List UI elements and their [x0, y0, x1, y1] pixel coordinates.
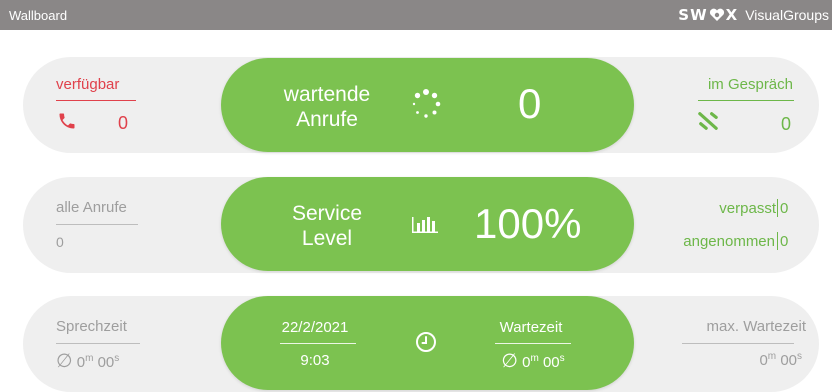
available-divider: [56, 100, 136, 101]
all-calls-value: 0: [56, 234, 64, 250]
time-panel: 22/2/2021 9:03 Wartezeit ∅ 0m 00s: [221, 296, 634, 390]
accepted-divider: [777, 232, 778, 250]
wait-time-value: ∅ 0m 00s: [501, 351, 565, 372]
brand-name: VisualGroups: [745, 7, 829, 23]
talk-time-value: ∅ 0m 00s: [56, 351, 120, 372]
service-level-value: 100%: [474, 200, 582, 247]
max-wait-divider: [682, 343, 794, 344]
phone-icon: [59, 113, 75, 129]
clock-icon: [416, 332, 436, 352]
max-wait-value: 0m 00s: [759, 351, 802, 369]
missed-divider: [777, 199, 778, 217]
talking-phone-icon: [698, 112, 718, 130]
current-time: 9:03: [300, 352, 330, 369]
waiting-calls-panel: wartende Anrufe 0: [221, 58, 634, 152]
average-symbol: ∅: [56, 351, 73, 372]
talk-time-label: Sprechzeit: [56, 318, 127, 335]
date-divider: [280, 343, 356, 344]
missed-label: verpasst: [719, 200, 776, 217]
all-calls-label: alle Anrufe: [56, 199, 127, 216]
in-call-label: im Gespräch: [707, 76, 793, 93]
brand-logo: SW X: [678, 6, 739, 24]
waiting-calls-label: wartende Anrufe: [283, 83, 371, 131]
missed-value: 0: [780, 200, 789, 217]
wait-time-divider: [495, 343, 571, 344]
bar-chart-icon: [412, 217, 438, 233]
available-label: verfügbar: [56, 76, 120, 93]
accepted-value: 0: [780, 233, 789, 250]
in-call-value: 0: [781, 114, 792, 134]
wait-time-label: Wartezeit: [499, 319, 563, 336]
page-title: Wallboard: [9, 8, 68, 23]
average-symbol: ∅: [501, 351, 518, 372]
current-date: 22/2/2021: [281, 319, 349, 336]
talk-time-divider: [56, 343, 140, 344]
service-level-panel: Service Level 100%: [221, 177, 634, 271]
in-call-divider: [698, 100, 794, 101]
available-value: 0: [118, 113, 129, 133]
accepted-label: angenommen: [683, 233, 775, 250]
service-level-label: Service Level: [291, 202, 363, 250]
top-bar: Wallboard SW X VisualGroups: [0, 0, 832, 30]
max-wait-label: max. Wartezeit: [706, 318, 806, 335]
swyx-heart-icon: [709, 8, 724, 21]
loading-spinner-icon: [412, 89, 441, 118]
waiting-calls-value: 0: [518, 80, 542, 127]
all-calls-divider: [56, 224, 138, 225]
brand: SW X VisualGroups: [678, 6, 829, 24]
